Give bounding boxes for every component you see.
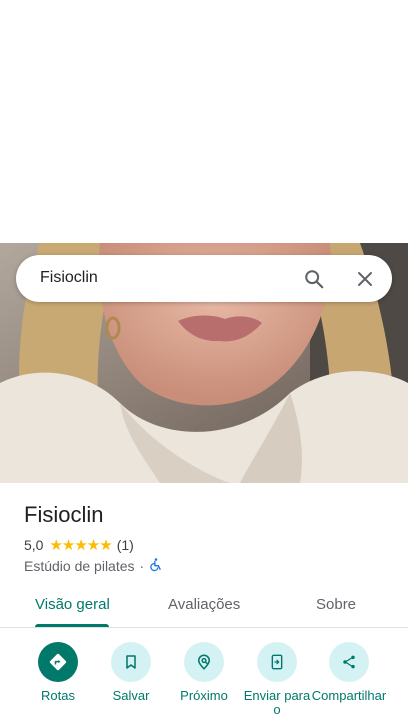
separator-dot: · <box>139 558 145 574</box>
wheelchair-accessible-icon <box>149 557 163 575</box>
directions-icon <box>38 642 78 682</box>
category-row: Estúdio de pilates · <box>24 557 163 575</box>
map-blank-area <box>0 0 408 243</box>
share-label: Compartilhar <box>311 689 387 703</box>
nearby-icon <box>184 642 224 682</box>
share-button[interactable]: Compartilhar <box>309 642 389 717</box>
place-tabs: Visão geral Avaliações Sobre <box>0 585 408 628</box>
search-bar[interactable]: Fisioclin <box>16 255 392 302</box>
share-icon <box>329 642 369 682</box>
search-icon[interactable] <box>302 267 326 291</box>
tab-reviews[interactable]: Avaliações <box>168 596 240 613</box>
send-to-phone-icon <box>257 642 297 682</box>
place-category: Estúdio de pilates <box>24 558 135 574</box>
star-rating: ★★★★★ <box>49 537 112 554</box>
search-query[interactable]: Fisioclin <box>40 269 98 287</box>
close-icon[interactable] <box>353 267 377 291</box>
tab-about[interactable]: Sobre <box>316 596 356 613</box>
bookmark-icon <box>111 642 151 682</box>
place-title: Fisioclin <box>24 502 104 527</box>
rating-row[interactable]: 5,0 ★★★★★ (1) <box>24 536 134 554</box>
active-tab-indicator <box>35 624 109 627</box>
save-button[interactable]: Salvar <box>91 642 171 703</box>
directions-label: Rotas <box>41 688 75 703</box>
rating-value: 5,0 <box>24 537 44 553</box>
send-to-phone-button[interactable]: Enviar para o <box>237 642 317 717</box>
nearby-label: Próximo <box>180 688 228 703</box>
nearby-button[interactable]: Próximo <box>164 642 244 703</box>
directions-button[interactable]: Rotas <box>18 642 98 703</box>
save-label: Salvar <box>112 688 150 703</box>
tab-overview[interactable]: Visão geral <box>35 596 110 613</box>
send-to-phone-label: Enviar para o <box>243 689 311 717</box>
review-count[interactable]: (1) <box>117 537 134 553</box>
